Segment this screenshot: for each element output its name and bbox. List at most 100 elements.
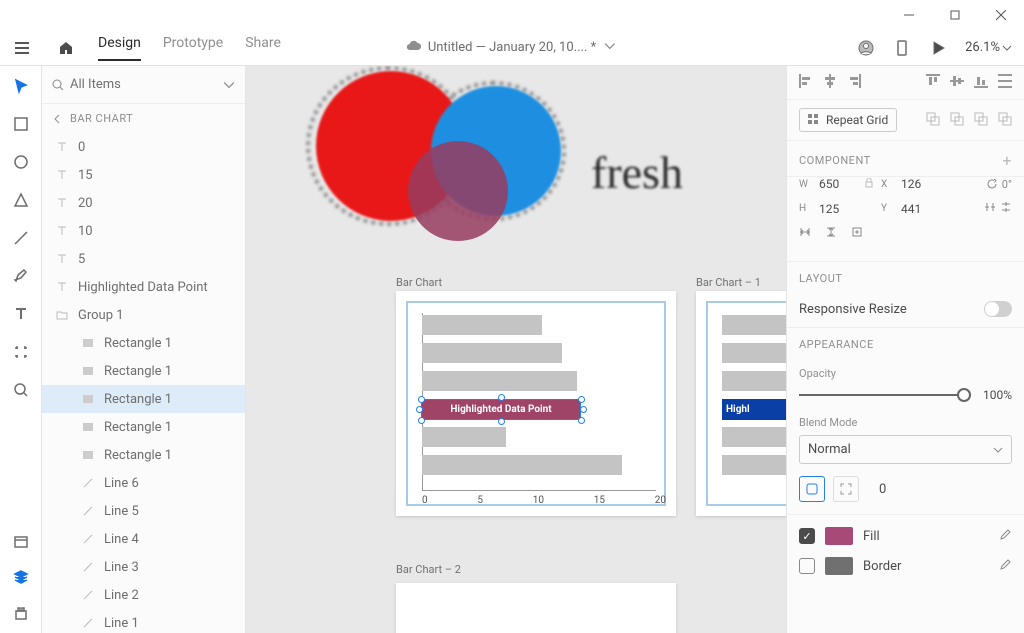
layer-item[interactable]: Rectangle 1 bbox=[42, 441, 245, 469]
layers-panel-icon[interactable] bbox=[11, 567, 31, 587]
text-layer-icon bbox=[56, 169, 68, 181]
bool-add-icon[interactable] bbox=[926, 112, 940, 129]
polygon-tool-icon[interactable] bbox=[11, 190, 31, 210]
artboard-tool-icon[interactable] bbox=[11, 342, 31, 362]
border-checkbox[interactable] bbox=[799, 558, 815, 574]
layer-item[interactable]: Rectangle 1 bbox=[42, 413, 245, 441]
rect-layer-icon bbox=[82, 421, 94, 433]
layer-item[interactable]: Rectangle 1 bbox=[42, 329, 245, 357]
x-input[interactable]: 126 bbox=[901, 177, 939, 191]
repeat-grid-button[interactable]: Repeat Grid bbox=[799, 108, 897, 132]
layer-item[interactable]: Highlighted Data Point bbox=[42, 273, 245, 301]
align-left-icon[interactable] bbox=[799, 74, 813, 91]
rect-layer-icon bbox=[82, 393, 94, 405]
layer-item[interactable]: Rectangle 1 bbox=[42, 357, 245, 385]
artboard-bar-chart-2[interactable] bbox=[396, 583, 676, 633]
scale-height-icon[interactable] bbox=[825, 226, 837, 241]
height-input[interactable]: 125 bbox=[819, 202, 857, 216]
layer-item[interactable]: Line 1 bbox=[42, 609, 245, 633]
window-maximize-button[interactable] bbox=[932, 0, 978, 30]
canvas[interactable]: fresh Bar Chart Highlighted Data Point 0… bbox=[246, 66, 786, 633]
document-title-text: Untitled — January 20, 10.... * bbox=[428, 40, 596, 55]
rotation-input[interactable]: 0° bbox=[1002, 178, 1012, 191]
blend-mode-select[interactable]: Normal bbox=[799, 435, 1012, 464]
ellipse-tool-icon[interactable] bbox=[11, 152, 31, 172]
y-input[interactable]: 441 bbox=[901, 202, 939, 216]
border-label: Border bbox=[863, 559, 901, 574]
flip-vertical-icon[interactable] bbox=[1000, 201, 1012, 216]
layer-item[interactable]: 0 bbox=[42, 133, 245, 161]
eyedropper-icon[interactable] bbox=[998, 528, 1012, 545]
play-preview-icon[interactable] bbox=[929, 39, 947, 57]
tab-share[interactable]: Share bbox=[245, 35, 281, 61]
device-preview-icon[interactable] bbox=[893, 39, 911, 57]
responsive-toggle[interactable] bbox=[984, 301, 1012, 317]
width-input[interactable]: 650 bbox=[819, 177, 857, 191]
layer-item[interactable]: Line 4 bbox=[42, 525, 245, 553]
opacity-slider[interactable] bbox=[799, 394, 971, 396]
artboard-bar-chart-1[interactable]: Highl bbox=[696, 291, 786, 516]
scale-both-icon[interactable] bbox=[851, 226, 863, 241]
text-tool-icon[interactable] bbox=[11, 304, 31, 324]
line-layer-icon bbox=[82, 589, 94, 601]
artboard-bar-chart[interactable]: Highlighted Data Point 05101520 bbox=[396, 291, 676, 516]
bool-exclude-icon[interactable] bbox=[998, 112, 1012, 129]
layer-item[interactable]: Line 6 bbox=[42, 469, 245, 497]
lock-aspect-icon[interactable] bbox=[865, 178, 873, 191]
window-minimize-button[interactable] bbox=[886, 0, 932, 30]
layer-item[interactable]: Line 3 bbox=[42, 553, 245, 581]
eyedropper-icon[interactable] bbox=[998, 558, 1012, 575]
artboard-label[interactable]: Bar Chart – 2 bbox=[396, 563, 461, 576]
bool-intersect-icon[interactable] bbox=[974, 112, 988, 129]
hamburger-menu-icon[interactable] bbox=[10, 36, 34, 60]
layer-item[interactable]: 15 bbox=[42, 161, 245, 189]
layer-item[interactable]: 10 bbox=[42, 217, 245, 245]
distribute-icon[interactable] bbox=[998, 74, 1012, 91]
window-close-button[interactable] bbox=[978, 0, 1024, 30]
zoom-level[interactable]: 26.1% bbox=[965, 40, 1012, 55]
border-swatch[interactable] bbox=[825, 557, 853, 575]
layers-search[interactable]: All Items bbox=[42, 66, 245, 104]
user-avatar-icon[interactable] bbox=[857, 39, 875, 57]
corner-radius-input[interactable]: 0 bbox=[879, 482, 886, 497]
select-tool-icon[interactable] bbox=[11, 76, 31, 96]
scale-width-icon[interactable] bbox=[799, 226, 811, 241]
tab-prototype[interactable]: Prototype bbox=[163, 35, 223, 61]
tab-design[interactable]: Design bbox=[98, 35, 141, 61]
layers-breadcrumb[interactable]: BAR CHART bbox=[42, 104, 245, 133]
artboard-label[interactable]: Bar Chart – 1 bbox=[696, 276, 761, 289]
line-tool-icon[interactable] bbox=[11, 228, 31, 248]
layer-item[interactable]: 20 bbox=[42, 189, 245, 217]
plugins-panel-icon[interactable] bbox=[11, 603, 31, 623]
home-icon[interactable] bbox=[54, 36, 78, 60]
artboard-label[interactable]: Bar Chart bbox=[396, 276, 442, 289]
fill-swatch[interactable] bbox=[825, 527, 853, 545]
corner-individual-icon[interactable] bbox=[833, 476, 859, 502]
align-bottom-icon[interactable] bbox=[974, 74, 988, 91]
document-title[interactable]: Untitled — January 20, 10.... * bbox=[406, 40, 618, 56]
align-top-icon[interactable] bbox=[926, 74, 940, 91]
layer-item-selected[interactable]: Rectangle 1 bbox=[42, 385, 245, 413]
pen-tool-icon[interactable] bbox=[11, 266, 31, 286]
assets-panel-icon[interactable] bbox=[11, 531, 31, 551]
layer-group[interactable]: Group 1 bbox=[42, 301, 245, 329]
tool-rail bbox=[0, 66, 42, 633]
rectangle-tool-icon[interactable] bbox=[11, 114, 31, 134]
corner-same-icon[interactable] bbox=[799, 476, 825, 502]
selected-bar[interactable]: Highlighted Data Point bbox=[421, 399, 581, 420]
layers-filter-label: All Items bbox=[70, 77, 121, 92]
add-component-icon[interactable]: + bbox=[1002, 151, 1012, 170]
layer-item[interactable]: Line 2 bbox=[42, 581, 245, 609]
zoom-tool-icon[interactable] bbox=[11, 380, 31, 400]
flip-horizontal-icon[interactable] bbox=[984, 201, 996, 216]
align-middle-icon[interactable] bbox=[950, 74, 964, 91]
fresh-text: fresh bbox=[591, 146, 683, 199]
align-right-icon[interactable] bbox=[847, 74, 861, 91]
fill-checkbox[interactable] bbox=[799, 528, 815, 544]
layer-item[interactable]: 5 bbox=[42, 245, 245, 273]
align-center-h-icon[interactable] bbox=[823, 74, 837, 91]
layer-item[interactable]: Line 5 bbox=[42, 497, 245, 525]
top-menu-bar: Design Prototype Share Untitled — Januar… bbox=[0, 30, 1024, 66]
opacity-value[interactable]: 100% bbox=[983, 388, 1012, 402]
bool-subtract-icon[interactable] bbox=[950, 112, 964, 129]
